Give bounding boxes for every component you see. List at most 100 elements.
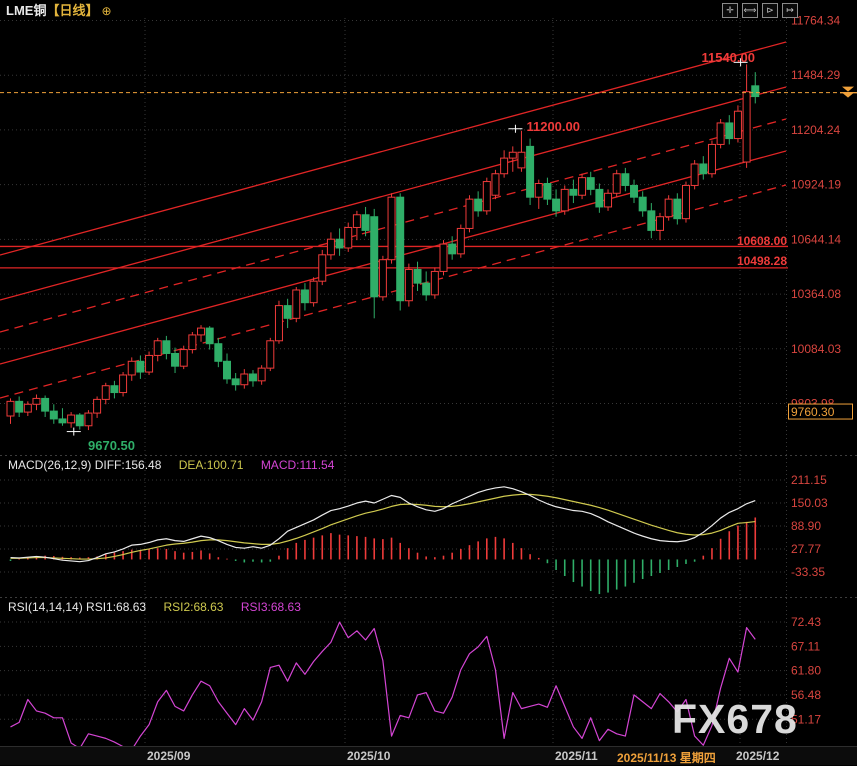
y-axis-label: 10364.08	[791, 287, 841, 301]
y-axis-label: -33.35	[791, 565, 825, 579]
rsi-line	[11, 622, 756, 750]
candle-body	[85, 413, 92, 426]
y-axis-label: 150.03	[791, 496, 828, 510]
candle-body	[102, 386, 109, 400]
y-axis-label: 10644.14	[791, 232, 841, 246]
candle-body	[509, 152, 516, 158]
candle-body	[492, 174, 499, 195]
candle-body	[587, 178, 594, 190]
chart-canvas[interactable]: 11764.3411484.2911204.2410924.1910644.14…	[0, 0, 857, 764]
macd-header: MACD(26,12,9) DIFF:156.48 DEA:100.71 MAC…	[8, 458, 334, 472]
price-annotation: 11540.00	[701, 50, 755, 65]
y-axis-label: 72.43	[791, 615, 821, 629]
candle-body	[362, 215, 369, 231]
candle-body	[241, 374, 248, 385]
candle-body	[146, 355, 153, 372]
candle-body	[163, 341, 170, 354]
macd-params-diff: MACD(26,12,9) DIFF:156.48	[8, 458, 161, 472]
candle-body	[206, 328, 213, 344]
candle-body	[734, 111, 741, 138]
macd-macd-value: MACD:111.54	[261, 458, 335, 472]
candle-body	[319, 255, 326, 281]
candle-body	[466, 199, 473, 228]
candle-body	[33, 398, 40, 404]
zoom-range-icon[interactable]: ⊳	[762, 3, 778, 18]
candle-body	[68, 415, 75, 423]
candle-body	[501, 158, 508, 174]
candle-body	[111, 386, 118, 393]
candle-body	[414, 269, 421, 283]
period-label: 【日线】	[46, 3, 98, 18]
candle-body	[353, 215, 360, 228]
price-annotation: 10608.00	[737, 234, 787, 248]
y-axis-label: 10084.03	[791, 342, 841, 356]
candle-body	[457, 228, 464, 253]
candle-body	[293, 290, 300, 318]
y-axis-label: 67.11	[791, 639, 820, 653]
candle-body	[613, 174, 620, 194]
price-annotation: 9670.50	[88, 438, 135, 453]
candle-body	[59, 419, 66, 423]
candle-body	[371, 217, 378, 297]
candle-body	[154, 341, 161, 356]
y-axis-label: 88.90	[791, 519, 821, 533]
candle-body	[691, 164, 698, 185]
candle-body	[535, 184, 542, 198]
candle-body	[708, 144, 715, 173]
watermark-fx678: FX678	[672, 696, 798, 743]
candle-body	[76, 415, 83, 426]
candle-body	[336, 239, 343, 248]
candle-body	[258, 368, 265, 381]
candle-body	[284, 306, 291, 319]
candle-body	[622, 174, 629, 186]
candle-body	[379, 260, 386, 297]
trading-app-window: 11764.3411484.2911204.2410924.1910644.14…	[0, 0, 857, 764]
candle-body	[700, 164, 707, 174]
add-indicator-icon[interactable]: ⊕	[101, 4, 111, 18]
rsi-params-rsi1: RSI(14,14,14) RSI1:68.63	[8, 600, 146, 614]
candle-body	[648, 211, 655, 231]
x-axis-label: 2025/10	[347, 749, 390, 763]
candle-body	[397, 197, 404, 301]
candle-body	[631, 185, 638, 197]
zoom-fit-icon[interactable]: ⟺	[742, 3, 758, 18]
candle-body	[431, 271, 438, 294]
candle-body	[301, 290, 308, 303]
candle-body	[224, 361, 231, 379]
candle-body	[94, 399, 101, 413]
candle-body	[215, 344, 222, 362]
candle-body	[561, 189, 568, 210]
candle-body	[579, 178, 586, 196]
candle-body	[7, 401, 14, 416]
candle-body	[527, 146, 534, 197]
candle-body	[682, 185, 689, 218]
y-axis-label: 11764.34	[791, 14, 840, 28]
rsi-header: RSI(14,14,14) RSI1:68.63 RSI2:68.63 RSI3…	[8, 600, 301, 614]
candle-body	[180, 350, 187, 367]
date-axis[interactable]: 2025/092025/102025/112025/11/13 星期四2025/…	[0, 746, 857, 765]
chart-title: LME铜【日线】⊕	[6, 0, 112, 16]
y-axis-label: 11484.29	[791, 68, 840, 82]
price-annotation: 10498.28	[737, 254, 787, 268]
candle-body	[405, 269, 412, 300]
candle-body	[137, 361, 144, 372]
scroll-right-icon[interactable]: ↦	[782, 3, 798, 18]
pan-icon[interactable]: ✛	[722, 3, 738, 18]
candle-body	[120, 375, 127, 393]
candle-body	[743, 92, 750, 162]
rsi3-value: RSI3:68.63	[241, 600, 301, 614]
y-axis-label: 11204.24	[791, 123, 840, 137]
candle-body	[267, 341, 274, 368]
macd-dea-value: DEA:100.71	[179, 458, 244, 472]
candle-body	[518, 152, 525, 168]
y-axis-label: 61.80	[791, 664, 821, 678]
candle-body	[657, 217, 664, 231]
candle-body	[189, 335, 196, 350]
candle-body	[440, 244, 447, 271]
candle-body	[449, 244, 456, 254]
candle-body	[570, 189, 577, 195]
candle-body	[388, 197, 395, 260]
candle-body	[198, 328, 205, 335]
candle-body	[605, 193, 612, 207]
rsi2-value: RSI2:68.63	[163, 600, 223, 614]
